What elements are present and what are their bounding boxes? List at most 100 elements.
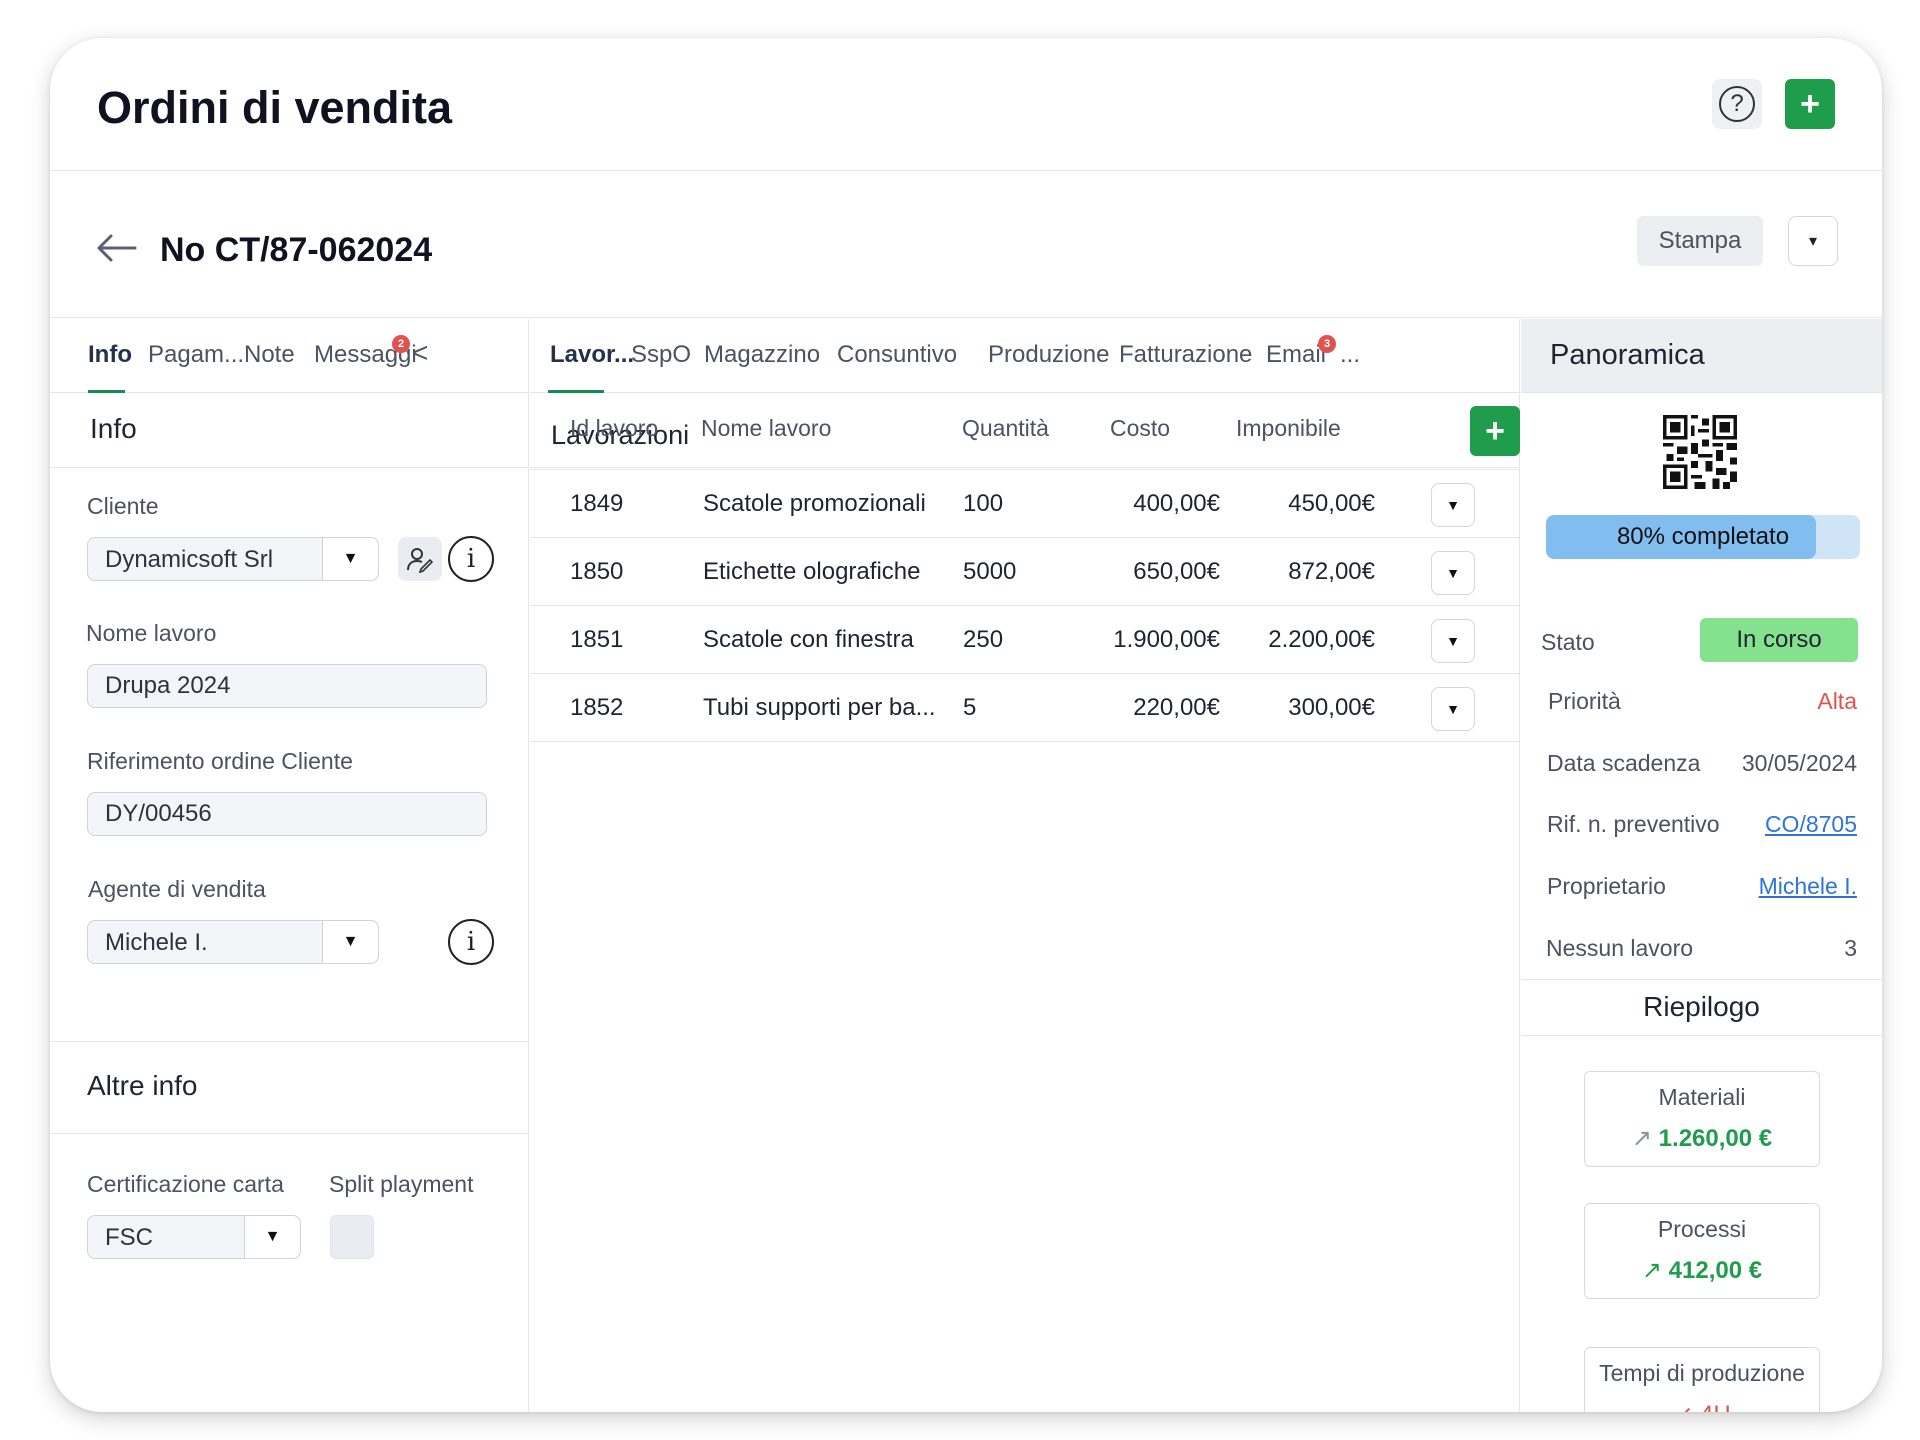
mid-tabs: Lavor... SspO Magazzino Consuntivo Produ… bbox=[530, 319, 1519, 393]
help-button[interactable]: ? bbox=[1712, 79, 1762, 129]
column-header-nome[interactable]: Nome lavoro bbox=[701, 415, 831, 442]
chevron-down-icon: ▾ bbox=[1808, 233, 1818, 250]
messages-badge: 2 bbox=[392, 335, 410, 353]
info-icon[interactable]: i bbox=[448, 919, 494, 965]
agente-label: Agente di vendita bbox=[88, 876, 266, 902]
cell-quantita: 250 bbox=[963, 626, 1004, 653]
cell-nome: Scatole promozionali bbox=[703, 490, 926, 517]
user-edit-icon bbox=[407, 548, 434, 573]
tab-magazzino[interactable]: Magazzino bbox=[704, 341, 820, 369]
collapse-left-icon[interactable]: < bbox=[412, 337, 428, 369]
nessun-lavoro-label: Nessun lavoro bbox=[1546, 935, 1694, 961]
overview-column: Panoramica 80% completato Stato In corso… bbox=[1521, 319, 1882, 1412]
cell-imponibile: 300,00€ bbox=[1288, 694, 1375, 721]
row-menu-button[interactable]: ▼ bbox=[1431, 687, 1475, 731]
column-header-quantita[interactable]: Quantità bbox=[962, 415, 1049, 442]
cliente-label: Cliente bbox=[87, 493, 159, 519]
email-badge: 3 bbox=[1318, 335, 1336, 353]
cell-id: 1849 bbox=[570, 490, 624, 517]
nome-lavoro-label: Nome lavoro bbox=[86, 620, 217, 646]
tab-lavorazioni[interactable]: Lavor... bbox=[550, 341, 634, 369]
column-header-imponibile[interactable]: Imponibile bbox=[1236, 415, 1341, 442]
preventivo-link[interactable]: CO/8705 bbox=[1765, 811, 1857, 838]
qr-code-icon bbox=[1663, 415, 1737, 489]
more-tabs-button[interactable]: ... bbox=[1340, 341, 1360, 369]
order-bar: No CT/87-062024 Stampa ▾ bbox=[50, 171, 1882, 318]
proprietario-label: Proprietario bbox=[1547, 873, 1666, 899]
row-menu-button[interactable]: ▼ bbox=[1431, 619, 1475, 663]
processi-title: Processi bbox=[1657, 1216, 1747, 1242]
tab-info[interactable]: Info bbox=[88, 341, 132, 369]
table-row[interactable]: 1851 Scatole con finestra 250 1.900,00€ … bbox=[530, 606, 1519, 674]
chevron-down-icon[interactable]: ▼ bbox=[322, 538, 378, 580]
back-arrow-icon[interactable] bbox=[95, 233, 137, 263]
tab-pagamenti[interactable]: Pagam... bbox=[148, 341, 244, 369]
chevron-down-icon: ▼ bbox=[1446, 497, 1460, 513]
riepilogo-title: Riepilogo bbox=[1643, 991, 1760, 1022]
cell-costo: 400,00€ bbox=[1133, 490, 1220, 517]
certificazione-value: FSC bbox=[105, 1224, 153, 1251]
trend-up-icon: ↗ bbox=[1641, 1257, 1662, 1284]
cell-id: 1851 bbox=[570, 626, 624, 653]
scadenza-value: 30/05/2024 bbox=[1741, 750, 1857, 776]
status-badge: In corso bbox=[1700, 618, 1858, 662]
print-menu-button[interactable]: ▾ bbox=[1788, 216, 1838, 266]
tab-sspo[interactable]: SspO bbox=[631, 341, 691, 369]
proprietario-link[interactable]: Michele I. bbox=[1759, 873, 1857, 900]
riferimento-field[interactable]: DY/00456 bbox=[87, 792, 487, 836]
order-number: No CT/87-062024 bbox=[160, 231, 433, 269]
agente-select[interactable]: Michele I. ▼ bbox=[87, 920, 379, 964]
print-button[interactable]: Stampa bbox=[1637, 216, 1763, 266]
cell-quantita: 100 bbox=[963, 490, 1004, 517]
altre-info-header: Altre info bbox=[50, 1041, 528, 1134]
riferimento-label: Riferimento ordine Cliente bbox=[87, 748, 353, 774]
cell-nome: Tubi supporti per ba... bbox=[703, 694, 936, 721]
tab-fatturazione[interactable]: Fatturazione bbox=[1119, 341, 1252, 369]
row-menu-button[interactable]: ▼ bbox=[1431, 483, 1475, 527]
cell-imponibile: 2.200,00€ bbox=[1268, 626, 1375, 653]
cell-nome: Scatole con finestra bbox=[703, 626, 914, 653]
cell-id: 1850 bbox=[570, 558, 624, 585]
jobs-column: Lavor... SspO Magazzino Consuntivo Produ… bbox=[530, 319, 1520, 1412]
add-job-button[interactable]: + bbox=[1470, 406, 1520, 456]
page-title: Ordini di vendita bbox=[97, 82, 453, 133]
altre-info-title: Altre info bbox=[87, 1070, 198, 1101]
chevron-down-icon[interactable]: ▼ bbox=[244, 1216, 300, 1258]
cell-id: 1852 bbox=[570, 694, 624, 721]
tab-consuntivo[interactable]: Consuntivo bbox=[837, 341, 957, 369]
table-row[interactable]: 1852 Tubi supporti per ba... 5 220,00€ 3… bbox=[530, 674, 1519, 742]
processi-card: Processi ↗ 412,00 € bbox=[1584, 1203, 1820, 1299]
processi-value: ↗ 412,00 € bbox=[1641, 1257, 1763, 1284]
info-icon[interactable]: i bbox=[448, 536, 494, 582]
certificazione-select[interactable]: FSC ▼ bbox=[87, 1215, 301, 1259]
progress-label: 80% completato bbox=[1616, 523, 1790, 550]
chevron-down-icon[interactable]: ▼ bbox=[322, 921, 378, 963]
tab-produzione[interactable]: Produzione bbox=[988, 341, 1109, 369]
row-menu-button[interactable]: ▼ bbox=[1431, 551, 1475, 595]
materiali-value: ↗ 1.260,00 € bbox=[1631, 1125, 1773, 1152]
column-header-id[interactable]: Id lavoro bbox=[570, 415, 658, 442]
split-payment-label: Split playment bbox=[329, 1171, 474, 1197]
split-payment-checkbox[interactable] bbox=[330, 1215, 374, 1259]
cell-nome: Etichette olografiche bbox=[703, 558, 921, 585]
column-header-costo[interactable]: Costo bbox=[1110, 415, 1170, 442]
trend-up-icon: ↗ bbox=[1631, 1125, 1652, 1152]
help-icon: ? bbox=[1719, 86, 1755, 122]
priorita-value: Alta bbox=[1817, 688, 1857, 714]
table-row[interactable]: 1850 Etichette olografiche 5000 650,00€ … bbox=[530, 538, 1519, 606]
chevron-down-icon: ▼ bbox=[1446, 565, 1460, 581]
agente-value: Michele I. bbox=[105, 929, 208, 956]
cliente-select[interactable]: Dynamicsoft Srl ▼ bbox=[87, 537, 379, 581]
add-order-button[interactable]: + bbox=[1785, 79, 1835, 129]
cell-costo: 650,00€ bbox=[1133, 558, 1220, 585]
cell-quantita: 5000 bbox=[963, 558, 1017, 585]
table-row[interactable]: 1849 Scatole promozionali 100 400,00€ 45… bbox=[530, 470, 1519, 538]
trend-down-icon: ↙ bbox=[1673, 1401, 1693, 1412]
tab-email[interactable]: Email bbox=[1266, 341, 1326, 369]
edit-client-button[interactable] bbox=[398, 537, 442, 581]
cell-quantita: 5 bbox=[963, 694, 977, 721]
preventivo-label: Rif. n. preventivo bbox=[1547, 811, 1720, 837]
panoramica-header: Panoramica bbox=[1521, 319, 1882, 393]
nome-lavoro-field[interactable]: Drupa 2024 bbox=[87, 664, 487, 708]
tab-note[interactable]: Note bbox=[244, 341, 295, 369]
